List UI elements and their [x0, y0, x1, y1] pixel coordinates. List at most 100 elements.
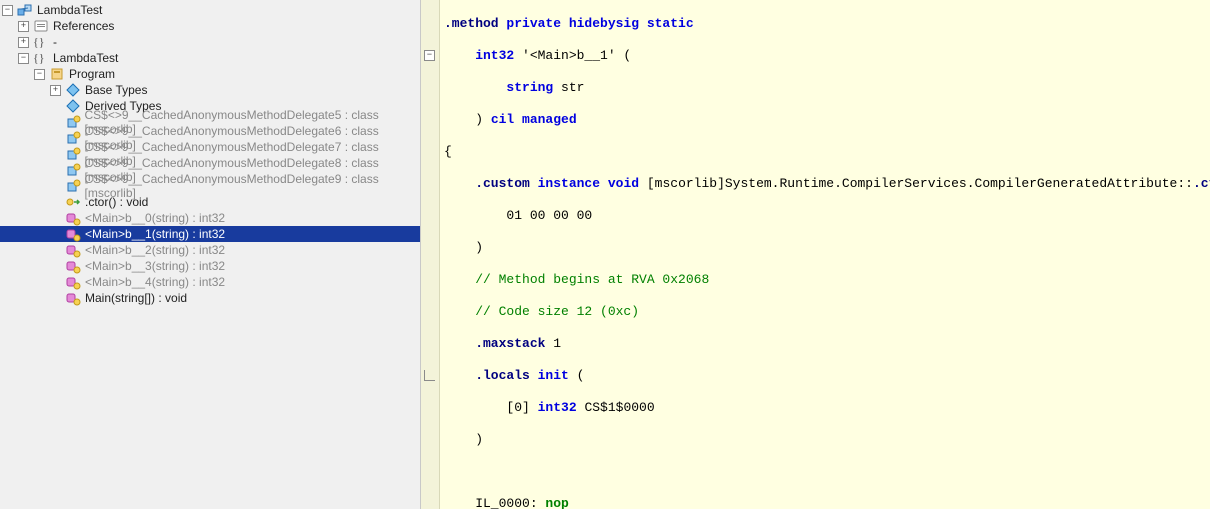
code-token: 1 [545, 336, 561, 351]
code-token: [0] [444, 400, 538, 415]
references-icon [33, 18, 49, 34]
method-icon [65, 210, 81, 226]
tree-node-field[interactable]: CS$<>9__CachedAnonymousMethodDelegate9 :… [0, 178, 420, 194]
code-token: str [553, 80, 584, 95]
code-token: init [530, 368, 569, 383]
tree-node-references[interactable]: + References [0, 18, 420, 34]
app-root: − LambdaTest + References + {} - [0, 0, 1210, 509]
toggle-blank [50, 229, 61, 240]
method-icon [65, 242, 81, 258]
field-icon [65, 178, 81, 194]
toggle-blank [50, 181, 61, 192]
tree-label: <Main>b__2(string) : int32 [85, 243, 225, 257]
tree-label: Base Types [85, 83, 147, 97]
tree-label: Program [69, 67, 115, 81]
tree: − LambdaTest + References + {} - [0, 2, 420, 306]
tree-label: - [53, 35, 57, 49]
tree-label: <Main>b__4(string) : int32 [85, 275, 225, 289]
method-icon [65, 258, 81, 274]
toggle-icon[interactable]: − [34, 69, 45, 80]
toggle-icon[interactable]: − [18, 53, 29, 64]
code-token: instance [530, 176, 600, 191]
code-token: IL_0000: [444, 496, 545, 509]
tree-label: <Main>b__0(string) : int32 [85, 211, 225, 225]
toggle-blank [50, 117, 61, 128]
code-token: CS$1$0000 [577, 400, 655, 415]
class-icon [49, 66, 65, 82]
ctor-icon [65, 194, 81, 210]
code-token: .maxstack [444, 336, 545, 351]
tree-node-method[interactable]: <Main>b__3(string) : int32 [0, 258, 420, 274]
code-token: private hidebysig static [499, 16, 694, 31]
method-icon [65, 290, 81, 306]
toggle-icon[interactable]: − [2, 5, 13, 16]
svg-text:{}: {} [33, 51, 45, 65]
tree-label: References [53, 19, 114, 33]
toggle-blank [50, 245, 61, 256]
toggle-blank [50, 149, 61, 160]
tree-label: LambdaTest [37, 3, 102, 17]
tree-node-class[interactable]: − Program [0, 66, 420, 82]
code-token: // Method begins at RVA 0x2068 [444, 272, 709, 287]
namespace-icon: {} [33, 50, 49, 66]
tree-node-method[interactable]: <Main>b__0(string) : int32 [0, 210, 420, 226]
code-token: ) [444, 112, 491, 127]
code-token: nop [545, 496, 568, 509]
toggle-blank [50, 213, 61, 224]
toggle-icon[interactable]: + [18, 37, 29, 48]
code-pane[interactable]: − .method private hidebysig static int32… [421, 0, 1210, 509]
method-icon [65, 226, 81, 242]
code-token: int32 [444, 48, 514, 63]
code-token: .method [444, 16, 499, 31]
field-icon [65, 162, 81, 178]
method-icon [65, 274, 81, 290]
fold-end-icon [424, 370, 435, 381]
namespace-icon: {} [33, 34, 49, 50]
derived-types-icon [65, 98, 81, 114]
toggle-blank [50, 293, 61, 304]
code-token: 01 00 00 00 [444, 208, 592, 223]
tree-label: LambdaTest [53, 51, 118, 65]
code-token: // Code size 12 (0xc) [444, 304, 639, 319]
assembly-icon [17, 2, 33, 18]
code-token: .ctor [1193, 176, 1210, 191]
tree-node-namespace[interactable]: − {} LambdaTest [0, 50, 420, 66]
fold-icon[interactable]: − [424, 50, 435, 61]
tree-node-method[interactable]: <Main>b__4(string) : int32 [0, 274, 420, 290]
toggle-icon[interactable]: + [18, 21, 29, 32]
tree-label: <Main>b__3(string) : int32 [85, 259, 225, 273]
field-icon [65, 146, 81, 162]
code-view[interactable]: .method private hidebysig static int32 '… [440, 0, 1210, 509]
code-token: ) [444, 432, 483, 447]
toggle-blank [50, 165, 61, 176]
toggle-blank [50, 133, 61, 144]
svg-text:{}: {} [33, 35, 45, 49]
toggle-blank [50, 261, 61, 272]
tree-node-base-types[interactable]: + Base Types [0, 82, 420, 98]
code-token: .custom [444, 176, 530, 191]
tree-node-main-method[interactable]: Main(string[]) : void [0, 290, 420, 306]
tree-node-method[interactable]: <Main>b__2(string) : int32 [0, 242, 420, 258]
tree-label: .ctor() : void [85, 195, 148, 209]
tree-label: Main(string[]) : void [85, 291, 187, 305]
code-token: cil managed [491, 112, 577, 127]
code-token: ( [569, 368, 585, 383]
code-token: string [444, 80, 553, 95]
toggle-blank [50, 197, 61, 208]
field-icon [65, 114, 81, 130]
tree-label: <Main>b__1(string) : int32 [85, 227, 225, 241]
code-token: '<Main>b__1' ( [514, 48, 631, 63]
code-token: { [444, 144, 452, 159]
tree-node-method[interactable]: <Main>b__1(string) : int32 [0, 226, 420, 242]
toggle-icon[interactable]: + [50, 85, 61, 96]
field-icon [65, 130, 81, 146]
code-token: int32 [538, 400, 577, 415]
base-types-icon [65, 82, 81, 98]
code-gutter: − [421, 0, 440, 509]
tree-node-dash[interactable]: + {} - [0, 34, 420, 50]
toggle-blank [50, 101, 61, 112]
tree-pane[interactable]: − LambdaTest + References + {} - [0, 0, 421, 509]
code-token: [mscorlib]System.Runtime.CompilerService… [639, 176, 1193, 191]
toggle-blank [50, 277, 61, 288]
tree-node-assembly[interactable]: − LambdaTest [0, 2, 420, 18]
